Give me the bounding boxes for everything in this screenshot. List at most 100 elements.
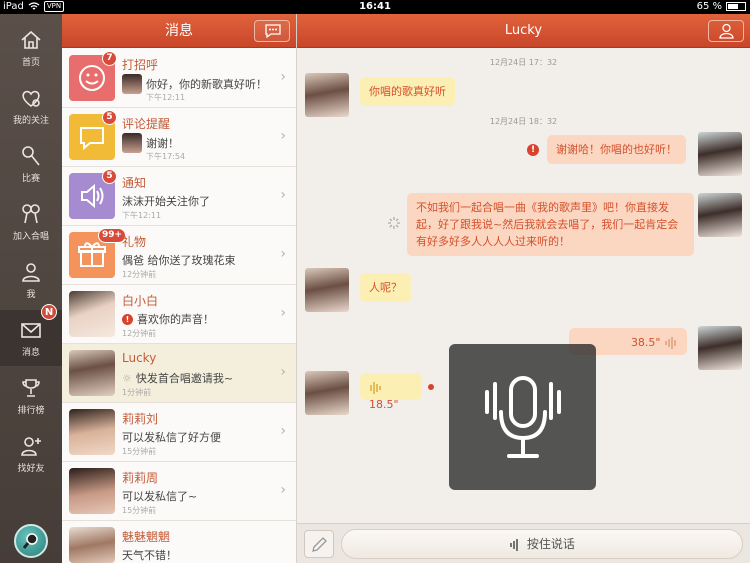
send-failed-icon[interactable]: ! [527, 144, 539, 156]
add-friend-icon [21, 437, 41, 456]
preview-text: 快发首合唱邀请我~ [135, 372, 234, 385]
messages-badge: N [41, 304, 57, 320]
chevron-right-icon: › [280, 364, 286, 380]
unread-dot [428, 384, 434, 390]
list-item-time: 12分钟前 [122, 270, 157, 279]
list-item-name: 白小白 [122, 294, 159, 308]
avatar[interactable] [698, 132, 742, 176]
avatar[interactable] [305, 268, 349, 312]
list-item-name: 通知 [122, 176, 147, 190]
chat-title: Lucky [504, 23, 543, 38]
list-item-time: 12分钟前 [122, 329, 157, 338]
chat-header: Lucky [297, 14, 750, 48]
profile-button[interactable] [708, 20, 744, 42]
search-button[interactable] [14, 524, 48, 558]
list-item-preview: 沫沫开始关注你了 [122, 195, 210, 208]
nav-label: 消息 [21, 348, 40, 358]
nav-item-home[interactable]: 首页 [0, 20, 62, 76]
avatar [69, 409, 115, 455]
chevron-right-icon: › [280, 423, 286, 439]
list-item-name: 打招呼 [122, 58, 159, 72]
list-item-time: 15分钟前 [122, 447, 157, 456]
keyboard-toggle-button[interactable] [304, 530, 334, 558]
nav-item-contest[interactable]: 比赛 [0, 136, 62, 192]
avatar [122, 133, 142, 153]
nav-item-me[interactable]: 我 [0, 252, 62, 308]
list-item-conversation[interactable]: 莉莉刘 可以发私信了好方便 15分钟前 › [62, 403, 296, 462]
duet-icon [22, 204, 40, 224]
compose-button[interactable] [254, 20, 290, 42]
message-bubble: 不如我们一起合唱一曲《我的歌声里》吧！你直接发起，好了跟我说~然后我就会去唱了，… [407, 193, 694, 256]
list-item-time: 1分钟前 [122, 388, 152, 397]
unread-badge: 7 [102, 51, 117, 66]
search-icon [22, 533, 38, 549]
nav-label: 我的关注 [12, 116, 49, 126]
hold-to-talk-label: 按住说话 [526, 537, 575, 551]
avatar[interactable] [698, 326, 742, 370]
person-icon [22, 263, 40, 282]
heart-follow-icon [22, 90, 40, 108]
preview-text: 谢谢！ [146, 137, 179, 150]
chat-panel: Lucky 12月24日 17：32 你唱的歌真好听 12月24日 18：32 … [297, 14, 750, 563]
list-item-preview: ☼ 快发首合唱邀请我~ [122, 370, 233, 386]
list-item-preview: 谢谢！ [122, 133, 179, 153]
voice-wave-icon [370, 382, 381, 394]
list-item-name: 礼物 [122, 235, 147, 249]
nav-item-following[interactable]: 我的关注 [0, 78, 62, 134]
chevron-right-icon: › [280, 305, 286, 321]
avatar [69, 468, 115, 514]
list-item-time: 下午12:11 [122, 211, 162, 220]
chevron-right-icon: › [280, 482, 286, 498]
list-item-conversation[interactable]: 白小白 ! 喜欢你的声音！ 12分钟前 › [62, 285, 296, 344]
message-bubble: 谢谢哈！你唱的也好听！ [547, 135, 686, 164]
avatar[interactable] [698, 193, 742, 237]
nav-label: 排行榜 [17, 406, 45, 416]
clock: 16:41 [359, 1, 391, 12]
list-item-name: Lucky [122, 351, 157, 365]
nav-label: 我 [26, 290, 36, 300]
list-item-preview: ! 喜欢你的声音！ [122, 311, 214, 327]
chevron-right-icon: › [280, 128, 286, 144]
main-nav: 首页 我的关注 比赛 加入合唱 我 消息 N 排行榜 找好友 [0, 14, 62, 563]
nav-item-messages[interactable]: 消息 N [0, 304, 62, 366]
hold-to-talk-button[interactable]: 按住说话 [341, 529, 743, 559]
nav-label: 找好友 [17, 464, 45, 474]
list-item-conversation-selected[interactable]: Lucky ☼ 快发首合唱邀请我~ 1分钟前 › [62, 344, 296, 403]
unread-badge: 5 [102, 110, 117, 125]
sending-spinner-icon [388, 217, 400, 229]
list-item-name: 魅魅魍魍 [122, 530, 171, 544]
list-item-conversation[interactable]: 魅魅魍魍 天气不错！ [62, 521, 296, 563]
list-item-preview: 天气不错！ [122, 549, 177, 562]
list-item-conversation[interactable]: 莉莉周 可以发私信了~ 15分钟前 › [62, 462, 296, 521]
microphone-icon [485, 376, 561, 458]
list-item-gifts[interactable]: 99+ 礼物 偶爸 给你送了玫瑰花束 12分钟前 › [62, 226, 296, 285]
page-title: 消息 [165, 23, 193, 39]
pencil-icon [312, 537, 327, 552]
avatar [69, 527, 115, 563]
avatar [69, 350, 115, 396]
nav-label: 比赛 [21, 174, 40, 184]
nav-item-duet[interactable]: 加入合唱 [0, 194, 62, 250]
voice-message-bubble[interactable]: 18.5" [360, 373, 422, 411]
nav-label: 加入合唱 [12, 232, 49, 242]
list-item-comment-alerts[interactable]: 5 评论提醒 谢谢！ 下午17:54 › [62, 108, 296, 167]
list-item-preview: 你好，你的新歌真好听！ [122, 74, 267, 94]
battery-icon [726, 2, 746, 11]
nav-item-ranking[interactable]: 排行榜 [0, 368, 62, 424]
send-failed-icon: ! [122, 313, 133, 325]
nav-item-find-friends[interactable]: 找好友 [0, 426, 62, 482]
chevron-right-icon: › [280, 187, 286, 203]
avatar[interactable] [305, 371, 349, 415]
avatar[interactable] [305, 73, 349, 117]
list-item-greetings[interactable]: 7 打招呼 你好，你的新歌真好听！ 下午12:11 › [62, 49, 296, 108]
preview-text: 你好，你的新歌真好听！ [146, 78, 267, 91]
list-item-notifications[interactable]: 5 通知 沫沫开始关注你了 下午12:11 › [62, 167, 296, 226]
list-item-preview: 可以发私信了~ [122, 490, 198, 503]
sending-spinner-icon: ☼ [122, 371, 132, 385]
voice-duration: 18.5" [369, 398, 399, 411]
list-item-name: 莉莉刘 [122, 412, 159, 426]
avatar [122, 74, 142, 94]
list-item-time: 15分钟前 [122, 506, 157, 515]
home-icon [21, 30, 41, 49]
chat-input-bar: 按住说话 [297, 523, 750, 563]
